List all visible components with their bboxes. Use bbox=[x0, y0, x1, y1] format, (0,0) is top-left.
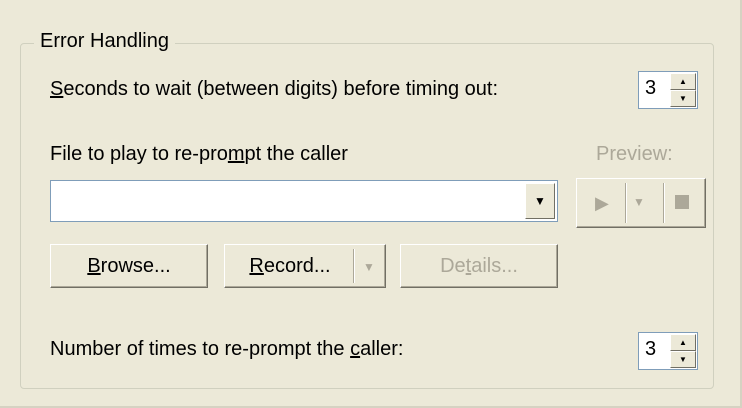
details-button[interactable]: De t ails... bbox=[400, 244, 558, 288]
spin-down-button[interactable]: ▼ bbox=[670, 351, 696, 368]
stop-icon[interactable] bbox=[675, 195, 689, 209]
preview-control[interactable]: ▶ ▼ bbox=[576, 178, 706, 228]
reprompt-file-label: File to play to re-prompt the caller bbox=[50, 143, 348, 165]
reprompt-count-value[interactable]: 3 bbox=[645, 338, 656, 361]
record-button[interactable]: Record... ▼ bbox=[224, 244, 386, 288]
browse-button[interactable]: Browse... bbox=[50, 244, 208, 288]
spin-down-button[interactable]: ▼ bbox=[670, 90, 696, 107]
dropdown-icon[interactable]: ▼ bbox=[633, 195, 645, 209]
chevron-down-icon: ▼ bbox=[534, 194, 546, 208]
play-icon[interactable]: ▶ bbox=[595, 193, 609, 214]
reprompt-count-spinner[interactable]: 3 ▲ ▼ bbox=[638, 332, 698, 370]
preview-label: Preview: bbox=[596, 143, 673, 165]
reprompt-count-label: Number of times to re-prompt the caller: bbox=[50, 338, 404, 360]
chevron-down-icon[interactable]: ▼ bbox=[363, 260, 375, 274]
spin-up-button[interactable]: ▲ bbox=[670, 73, 696, 90]
group-title: Error Handling bbox=[34, 30, 175, 53]
timeout-spinner[interactable]: 3 ▲ ▼ bbox=[638, 71, 698, 109]
timeout-label: Seconds to wait (between digits) before … bbox=[50, 78, 499, 100]
spin-up-button[interactable]: ▲ bbox=[670, 334, 696, 351]
reprompt-file-combobox[interactable]: ▼ bbox=[50, 180, 558, 222]
combo-dropdown-button[interactable]: ▼ bbox=[525, 183, 555, 219]
timeout-value[interactable]: 3 bbox=[645, 77, 656, 100]
